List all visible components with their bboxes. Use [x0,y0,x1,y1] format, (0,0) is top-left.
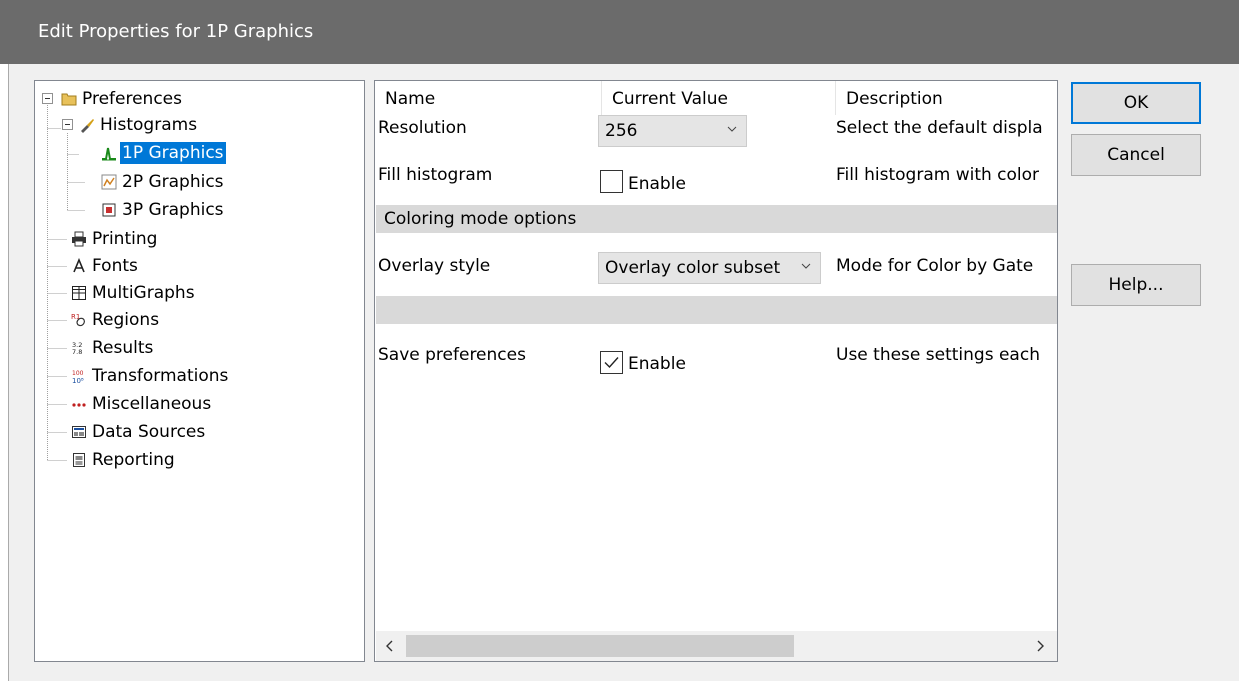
miscellaneous-icon [72,403,86,407]
property-name-resolution: Resolution [378,118,467,138]
preferences-collapse-toggle[interactable] [42,93,53,104]
scroll-right-arrow-icon[interactable] [1032,638,1048,654]
chevron-down-icon [801,263,811,269]
help-button[interactable]: Help... [1071,264,1201,306]
reporting-icon [73,453,85,467]
tree-node-3p-graphics[interactable]: 3P Graphics [101,198,226,222]
data-sources-icon [72,426,86,438]
tree-node-label: Data Sources [92,422,206,442]
tree-node-data-sources[interactable]: Data Sources [71,420,207,444]
tree-node-histograms[interactable]: Histograms [79,113,199,137]
svg-text:100: 100 [72,370,84,377]
results-icon: 3.2 7.8 [72,341,82,356]
tree-node-printing[interactable]: Printing [71,227,159,251]
tree-node-label: Fonts [92,256,138,276]
tree-node-label: 1P Graphics [120,142,226,164]
section-header-coloring-mode: Coloring mode options [376,205,1057,233]
histograms-collapse-toggle[interactable] [62,119,73,130]
tree-node-fonts[interactable]: Fonts [71,254,140,278]
save-preferences-checkbox[interactable] [600,351,623,374]
property-description-overlay-style: Mode for Color by Gate [836,256,1034,276]
transformations-icon: 100 10⁸ [72,370,84,384]
property-name-fill-histogram: Fill histogram [378,165,493,185]
tree-node-preferences[interactable]: Preferences [61,87,184,111]
tree-node-label: Miscellaneous [92,394,212,414]
font-icon [73,258,85,273]
histogram-2p-icon [101,174,117,190]
tree-node-2p-graphics[interactable]: 2P Graphics [101,170,226,194]
fill-histogram-checkbox[interactable] [600,170,623,193]
ok-button[interactable]: OK [1071,82,1201,124]
horizontal-scrollbar[interactable] [376,631,1057,661]
scroll-left-arrow-icon[interactable] [382,638,398,654]
overlay-style-dropdown[interactable]: Overlay color subset [598,252,821,284]
save-preferences-enable-label[interactable]: Enable [628,354,686,374]
tree-node-label: 3P Graphics [122,200,224,220]
tree-node-label: Reporting [92,450,175,470]
printer-icon [72,231,86,247]
histogram-1p-icon [102,147,116,161]
window-title: Edit Properties for 1P Graphics [0,0,1239,64]
tree-node-results[interactable]: 3.2 7.8 Results [71,336,155,360]
resolution-dropdown[interactable]: 256 [598,115,747,147]
tree-node-transformations[interactable]: 100 10⁸ Transformations [71,364,230,388]
fill-histogram-enable-label[interactable]: Enable [628,174,686,194]
tree-node-label: Regions [92,310,160,330]
svg-text:10⁸: 10⁸ [72,377,84,384]
property-grid: Name Current Value Description Resolutio… [374,80,1058,662]
checkmark-icon [604,357,619,369]
property-description-save-preferences: Use these settings each [836,345,1040,365]
property-name-save-preferences: Save preferences [378,345,526,365]
tree-node-label: Histograms [100,115,198,135]
resolution-value: 256 [605,121,638,141]
multigraph-icon [72,286,86,300]
histogram-3p-icon [102,203,116,217]
regions-icon: R1 [71,313,85,327]
tree-node-label: 2P Graphics [122,172,224,192]
property-description-resolution: Select the default displa [836,118,1043,138]
tree-node-regions[interactable]: R1 Regions [71,308,161,332]
preferences-tree[interactable]: Preferences Histograms 1P Graphics 2P Gr… [34,80,365,662]
folder-icon [61,93,77,106]
cancel-button[interactable]: Cancel [1071,134,1201,176]
histogram-brush-icon [81,119,94,133]
svg-text:7.8: 7.8 [72,348,82,356]
overlay-style-value: Overlay color subset [605,258,781,278]
scrollbar-thumb[interactable] [406,635,794,657]
column-header-description[interactable]: Description [836,81,1057,115]
column-header-name[interactable]: Name [375,81,601,115]
section-header-empty [376,296,1057,324]
tree-node-label: Transformations [92,366,229,386]
chevron-down-icon [727,126,737,132]
tree-node-reporting[interactable]: Reporting [71,448,177,472]
property-description-fill-histogram: Fill histogram with color [836,165,1040,185]
property-name-overlay-style: Overlay style [378,256,491,276]
svg-text:R1: R1 [71,313,80,321]
tree-node-1p-graphics[interactable]: 1P Graphics [101,141,226,165]
tree-node-miscellaneous[interactable]: Miscellaneous [71,392,213,416]
tree-node-label: Results [92,338,154,358]
column-header-current-value[interactable]: Current Value [602,81,835,115]
tree-node-multigraphs[interactable]: MultiGraphs [71,281,197,305]
tree-node-label: MultiGraphs [92,283,195,303]
tree-node-label: Preferences [82,89,182,109]
tree-node-label: Printing [92,229,158,249]
